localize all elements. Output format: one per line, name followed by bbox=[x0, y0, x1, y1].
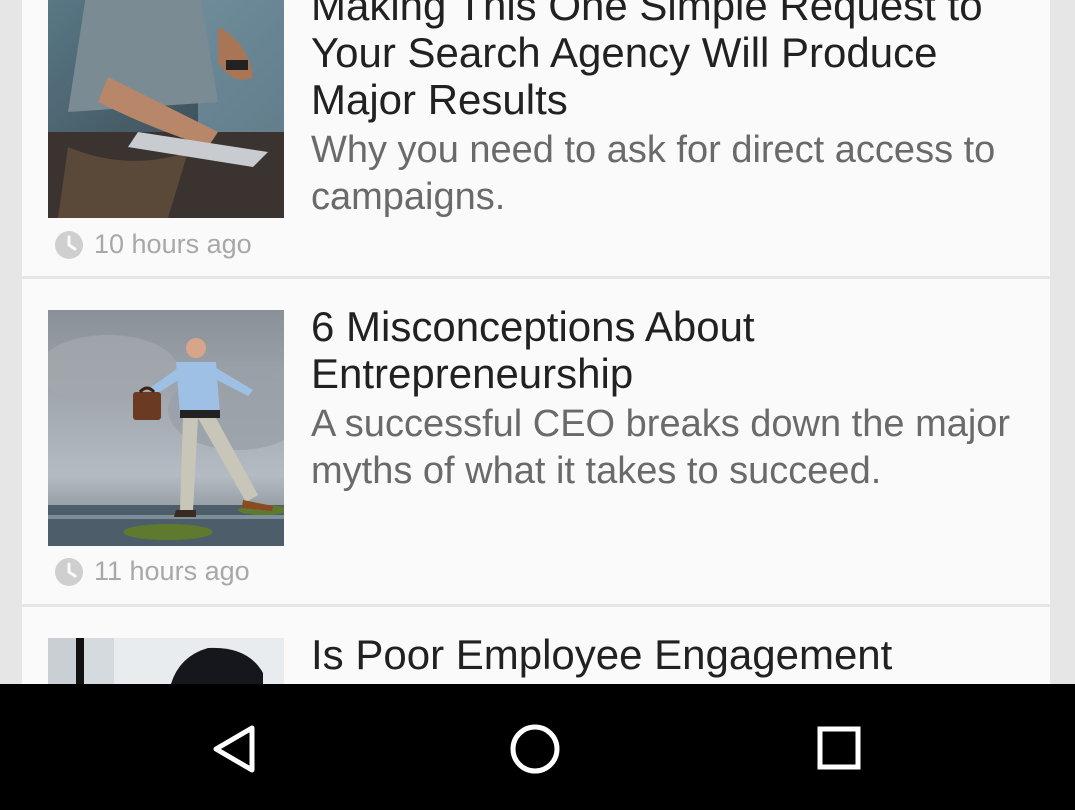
article-subtitle: A successful CEO breaks down the major m… bbox=[311, 403, 1011, 492]
recents-button[interactable] bbox=[809, 719, 869, 779]
home-button[interactable] bbox=[505, 719, 565, 779]
article-title[interactable]: Making This One Simple Request to Your S… bbox=[311, 0, 1011, 123]
system-navigation-bar bbox=[0, 684, 1075, 810]
article-title[interactable]: 6 Misconceptions About Entrepreneurship bbox=[311, 303, 1011, 397]
time-label: 10 hours ago bbox=[94, 229, 252, 259]
article-card[interactable]: Is Poor Employee Engagement bbox=[22, 607, 1050, 684]
article-thumbnail[interactable] bbox=[48, 638, 284, 684]
article-card[interactable]: 6 Misconceptions About Entrepreneurship … bbox=[22, 279, 1050, 604]
article-title[interactable]: Is Poor Employee Engagement bbox=[311, 631, 1011, 678]
recents-square-icon bbox=[817, 726, 861, 770]
dark-office-image bbox=[48, 638, 284, 684]
article-card[interactable]: Making This One Simple Request to Your S… bbox=[22, 0, 1050, 276]
article-thumbnail[interactable] bbox=[48, 0, 284, 218]
article-feed[interactable]: Making This One Simple Request to Your S… bbox=[0, 0, 1075, 684]
businessman-walking-image bbox=[48, 310, 284, 546]
article-timestamp: 10 hours ago bbox=[54, 229, 252, 260]
home-circle-icon bbox=[510, 724, 560, 774]
time-label: 11 hours ago bbox=[94, 556, 250, 586]
article-subtitle: Why you need to ask for direct access to… bbox=[311, 129, 996, 218]
clock-icon bbox=[55, 557, 83, 586]
article-timestamp: 11 hours ago bbox=[54, 556, 250, 587]
clock-icon bbox=[55, 230, 83, 259]
article-thumbnail[interactable] bbox=[48, 310, 284, 546]
back-triangle-icon bbox=[213, 725, 255, 773]
man-with-laptop-image bbox=[48, 0, 284, 218]
back-button[interactable] bbox=[204, 719, 264, 779]
